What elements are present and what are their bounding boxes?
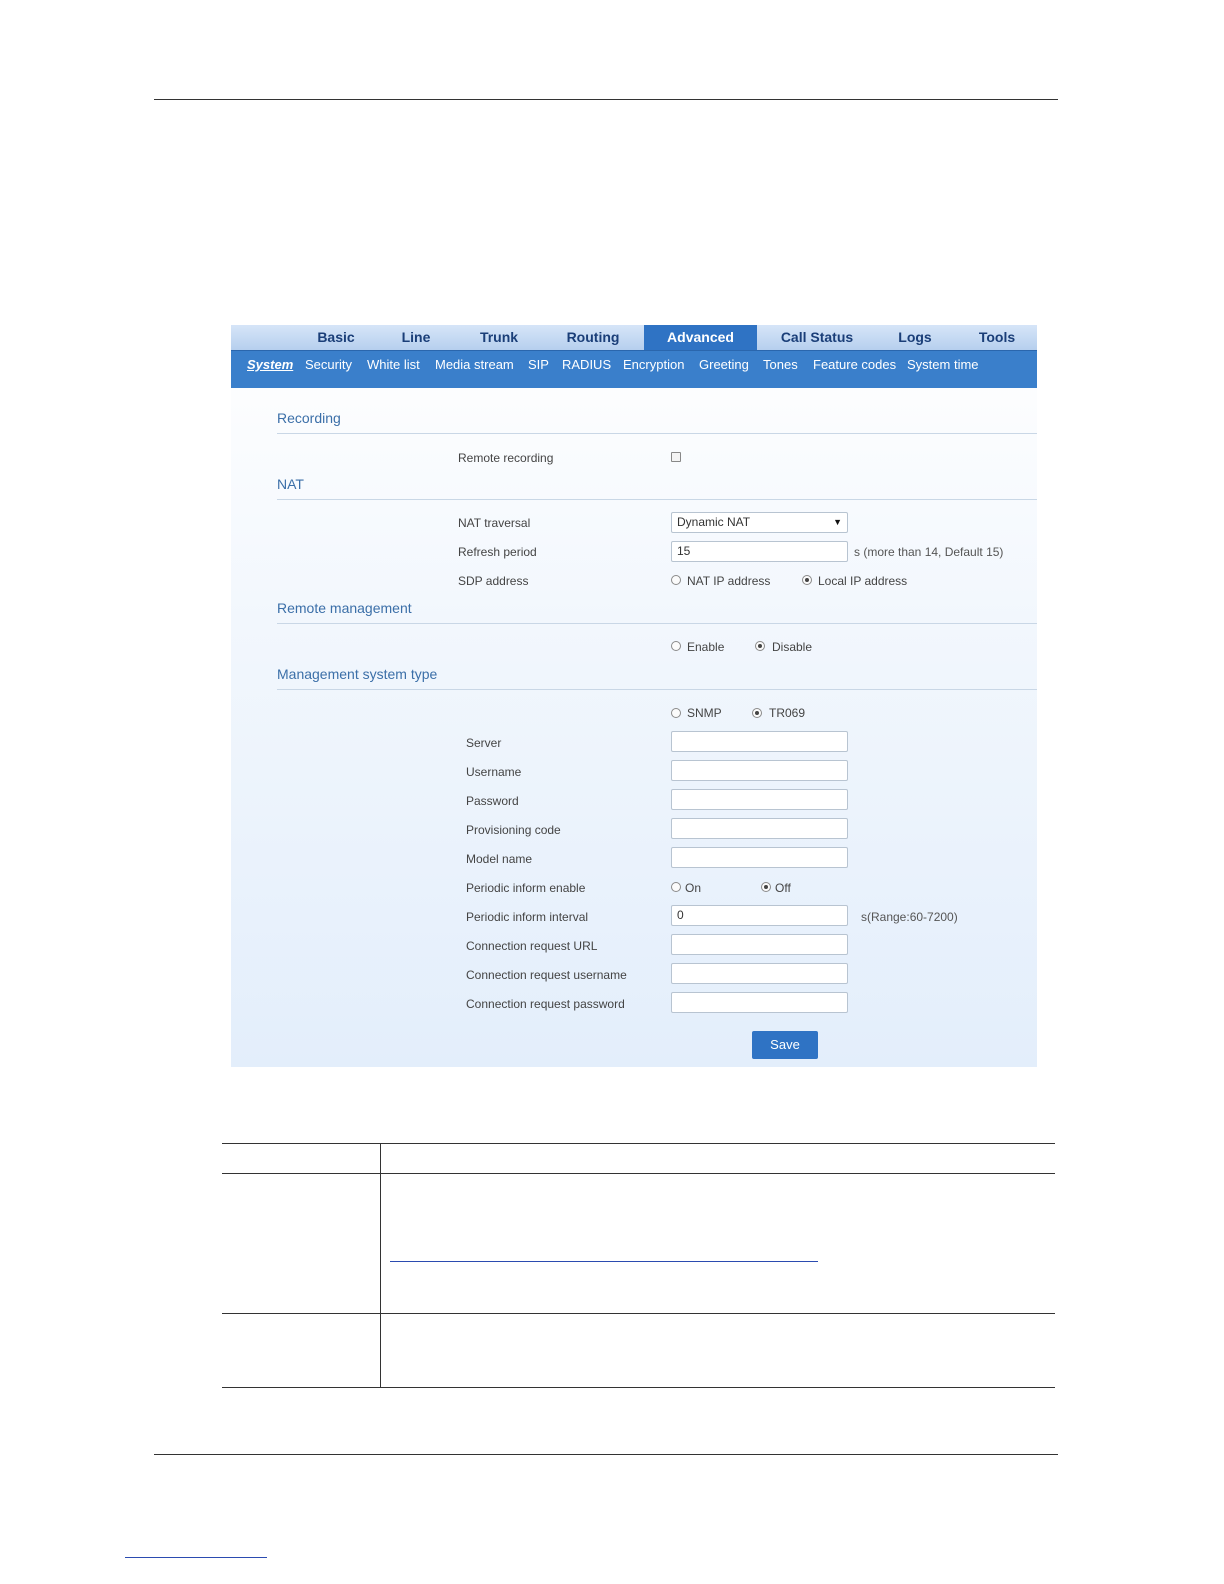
periodic-interval-hint: s(Range:60-7200) <box>861 910 958 924</box>
periodic-off-radio[interactable] <box>761 882 771 892</box>
remote-recording-label: Remote recording <box>458 451 554 465</box>
subtab-media-stream[interactable]: Media stream <box>435 351 514 379</box>
section-title-management-type: Management system type <box>277 666 438 682</box>
tab-advanced[interactable]: Advanced <box>644 325 757 350</box>
tab-basic[interactable]: Basic <box>299 325 373 350</box>
tab-trunk[interactable]: Trunk <box>461 325 537 350</box>
nat-traversal-select[interactable]: Dynamic NAT ▼ <box>671 512 848 533</box>
model-name-input[interactable] <box>671 847 848 868</box>
tr069-label: TR069 <box>769 706 806 720</box>
subtab-tones[interactable]: Tones <box>763 351 798 379</box>
password-label: Password <box>466 794 519 808</box>
connection-request-username-input[interactable] <box>671 963 848 984</box>
tab-line[interactable]: Line <box>379 325 453 350</box>
remote-disable-radio[interactable] <box>755 641 765 651</box>
provisioning-code-input[interactable] <box>671 818 848 839</box>
snmp-radio[interactable] <box>671 708 681 718</box>
periodic-inform-interval-label: Periodic inform interval <box>466 910 589 924</box>
periodic-on-label: On <box>685 881 702 895</box>
refresh-period-label: Refresh period <box>458 545 537 559</box>
remote-enable-label: Enable <box>687 640 725 654</box>
footer-rule <box>154 1454 1058 1455</box>
connection-request-url-input[interactable] <box>671 934 848 955</box>
tab-call-status[interactable]: Call Status <box>769 325 865 350</box>
refresh-period-hint: s (more than 14, Default 15) <box>854 545 1004 559</box>
password-input[interactable] <box>671 789 848 810</box>
section-title-recording: Recording <box>277 410 341 426</box>
tr069-radio[interactable] <box>752 708 762 718</box>
sdp-address-label: SDP address <box>458 574 529 588</box>
sub-navigation: System Security White list Media stream … <box>231 350 1037 388</box>
connection-request-password-input[interactable] <box>671 992 848 1013</box>
model-name-label: Model name <box>466 852 533 866</box>
section-divider <box>277 689 1037 690</box>
remote-recording-checkbox[interactable] <box>671 452 681 462</box>
table-link-underline[interactable] <box>390 1261 818 1262</box>
periodic-on-radio[interactable] <box>671 882 681 892</box>
section-divider <box>277 433 1037 434</box>
remote-enable-radio[interactable] <box>671 641 681 651</box>
subtab-encryption[interactable]: Encryption <box>623 351 684 379</box>
table-rule <box>222 1313 1055 1314</box>
subtab-system[interactable]: System <box>247 351 293 379</box>
subtab-sip[interactable]: SIP <box>528 351 549 379</box>
subtab-feature-codes[interactable]: Feature codes <box>813 351 896 379</box>
subtab-radius[interactable]: RADIUS <box>562 351 611 379</box>
sdp-nat-ip-label: NAT IP address <box>687 574 771 588</box>
snmp-label: SNMP <box>687 706 722 720</box>
nat-traversal-label: NAT traversal <box>458 516 531 530</box>
connection-request-username-label: Connection request username <box>466 968 627 982</box>
top-navigation: Basic Line Trunk Routing Advanced Call S… <box>231 325 1037 350</box>
subtab-white-list[interactable]: White list <box>367 351 420 379</box>
subtab-security[interactable]: Security <box>305 351 352 379</box>
table-rule <box>222 1143 1055 1144</box>
section-title-remote-management: Remote management <box>277 600 412 616</box>
dropdown-arrow-icon: ▼ <box>833 517 842 527</box>
refresh-period-input[interactable]: 15 <box>671 541 848 562</box>
sdp-local-ip-radio[interactable] <box>802 575 812 585</box>
section-divider <box>277 499 1037 500</box>
subtab-greeting[interactable]: Greeting <box>699 351 749 379</box>
nat-traversal-value: Dynamic NAT <box>677 515 751 529</box>
section-divider <box>277 623 1037 624</box>
tab-routing[interactable]: Routing <box>549 325 637 350</box>
username-label: Username <box>466 765 522 779</box>
save-button[interactable]: Save <box>752 1031 818 1059</box>
periodic-inform-interval-input[interactable]: 0 <box>671 905 848 926</box>
subtab-system-time[interactable]: System time <box>907 351 979 379</box>
tab-tools[interactable]: Tools <box>965 325 1029 350</box>
connection-request-password-label: Connection request password <box>466 997 625 1011</box>
periodic-inform-enable-label: Periodic inform enable <box>466 881 586 895</box>
server-input[interactable] <box>671 731 848 752</box>
remote-disable-label: Disable <box>772 640 813 654</box>
periodic-off-label: Off <box>775 881 791 895</box>
sdp-local-ip-label: Local IP address <box>818 574 908 588</box>
footer-link-underline[interactable] <box>125 1557 267 1558</box>
table-rule <box>222 1173 1055 1174</box>
connection-request-url-label: Connection request URL <box>466 939 598 953</box>
table-column-divider <box>380 1143 381 1387</box>
username-input[interactable] <box>671 760 848 781</box>
sdp-nat-ip-radio[interactable] <box>671 575 681 585</box>
tab-logs[interactable]: Logs <box>883 325 947 350</box>
settings-screenshot: Basic Line Trunk Routing Advanced Call S… <box>231 325 1037 1067</box>
section-title-nat: NAT <box>277 476 304 492</box>
table-rule <box>222 1387 1055 1388</box>
server-label: Server <box>466 736 502 750</box>
header-rule <box>154 99 1058 100</box>
provisioning-code-label: Provisioning code <box>466 823 561 837</box>
